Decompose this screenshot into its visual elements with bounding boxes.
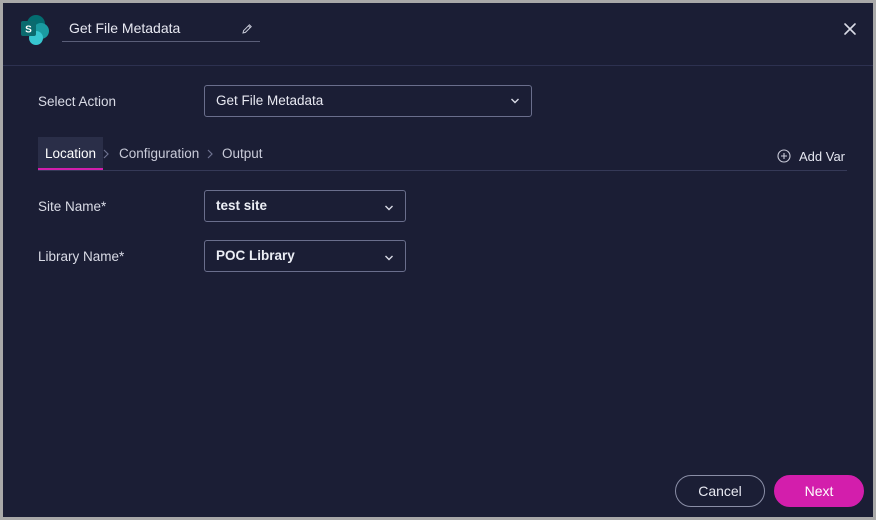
- site-name-dropdown[interactable]: test site: [204, 190, 406, 222]
- cancel-button[interactable]: Cancel: [675, 475, 765, 507]
- next-button[interactable]: Next: [774, 475, 864, 507]
- library-name-value: POC Library: [216, 248, 295, 263]
- flow-title[interactable]: Get File Metadata: [69, 20, 180, 36]
- site-name-label: Site Name*: [38, 199, 107, 214]
- tab-output[interactable]: Output: [222, 137, 263, 170]
- library-name-label: Library Name*: [38, 249, 125, 264]
- library-name-dropdown[interactable]: POC Library: [204, 240, 406, 272]
- chevron-down-icon: [385, 255, 393, 261]
- dialog: S Get File Metadata Select Action Get Fi…: [0, 0, 876, 520]
- tab-output-label: Output: [222, 146, 263, 161]
- add-var-label: Add Var: [799, 149, 846, 164]
- dialog-header: S Get File Metadata: [3, 3, 873, 66]
- site-name-value: test site: [216, 198, 268, 213]
- close-icon[interactable]: [843, 22, 857, 36]
- chevron-down-icon: [511, 98, 519, 104]
- svg-text:S: S: [25, 25, 32, 36]
- chevron-right-icon: [207, 149, 213, 159]
- tab-location-label: Location: [45, 146, 97, 161]
- sharepoint-logo-icon: S: [21, 15, 49, 45]
- chevron-down-icon: [385, 205, 393, 211]
- select-action-dropdown[interactable]: Get File Metadata: [204, 85, 532, 117]
- select-action-value: Get File Metadata: [216, 93, 324, 108]
- tab-configuration-label: Configuration: [119, 146, 200, 161]
- flow-title-field[interactable]: Get File Metadata: [62, 17, 260, 42]
- select-action-label: Select Action: [38, 94, 117, 109]
- tabs-divider: [38, 170, 847, 171]
- plus-circle-icon: [777, 149, 791, 163]
- tab-configuration[interactable]: Configuration: [119, 137, 199, 170]
- tab-location[interactable]: Location: [38, 137, 104, 170]
- pencil-icon[interactable]: [241, 23, 253, 35]
- chevron-right-icon: [103, 149, 109, 159]
